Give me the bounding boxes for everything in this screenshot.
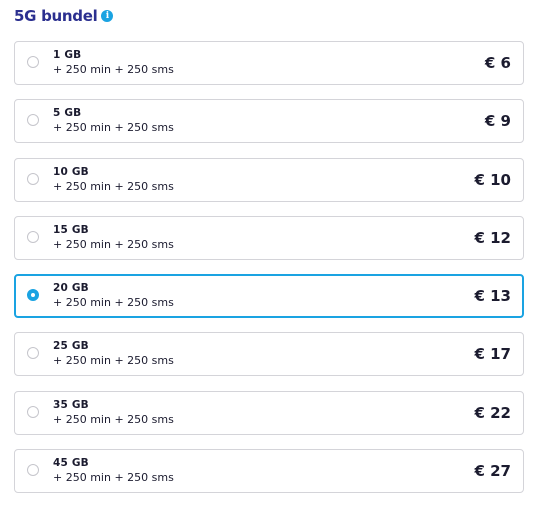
radio-button[interactable] [27,172,39,185]
bundle-option[interactable]: 35 GB + 250 min + 250 sms € 22 [14,390,524,435]
bundle-option[interactable]: 45 GB + 250 min + 250 sms € 27 [14,449,524,494]
radio-button[interactable] [27,464,39,477]
bundle-extras: + 250 min + 250 sms [53,354,174,368]
data-amount: 45 GB [53,457,89,470]
data-amount: 5 GB [53,107,82,120]
bundle-option[interactable]: 10 GB + 250 min + 250 sms € 10 [14,157,524,202]
bundle-option[interactable]: 5 GB + 250 min + 250 sms € 9 [14,99,524,144]
price: € 22 [474,403,511,422]
option-text: 45 GB + 250 min + 250 sms [53,457,174,485]
price: € 13 [474,287,511,306]
bundle-option[interactable]: 25 GB + 250 min + 250 sms € 17 [14,332,524,377]
bundle-options-list: 1 GB + 250 min + 250 sms € 6 5 GB + 250 … [14,41,524,507]
price: € 9 [484,112,511,131]
data-amount: 25 GB [53,340,89,353]
bundle-extras: + 250 min + 250 sms [53,237,174,251]
bundle-extras: + 250 min + 250 sms [53,471,174,485]
data-amount: 1 GB [53,49,82,61]
bundle-header: 5G bundel i [14,6,114,26]
radio-button[interactable] [27,230,39,243]
data-amount: 20 GB [53,282,89,295]
bundle-extras: + 250 min + 250 sms [53,121,174,135]
data-amount: 35 GB [53,398,89,411]
radio-button-selected[interactable] [27,289,39,302]
option-text: 1 GB + 250 min + 250 sms [53,49,174,77]
bundle-extras: + 250 min + 250 sms [53,412,174,426]
option-text: 15 GB + 250 min + 250 sms [53,224,174,252]
price: € 27 [474,462,511,481]
bundle-extras: + 250 min + 250 sms [53,179,174,193]
option-text: 20 GB + 250 min + 250 sms [53,282,174,310]
radio-button[interactable] [27,405,39,418]
bundle-option[interactable]: 15 GB + 250 min + 250 sms € 12 [14,215,524,260]
option-text: 10 GB + 250 min + 250 sms [53,166,174,194]
option-text: 5 GB + 250 min + 250 sms [53,107,174,135]
price: € 10 [474,170,511,189]
option-text: 35 GB + 250 min + 250 sms [53,399,174,427]
bundle-option-selected[interactable]: 20 GB + 250 min + 250 sms € 13 [14,274,524,319]
bundle-option[interactable]: 1 GB + 250 min + 250 sms € 6 [14,41,524,85]
page-title: 5G bundel [14,7,98,25]
bundle-extras: + 250 min + 250 sms [53,63,174,76]
data-amount: 15 GB [53,223,89,236]
bundle-extras: + 250 min + 250 sms [53,296,174,310]
radio-button[interactable] [27,347,39,360]
data-amount: 10 GB [53,165,89,178]
price: € 6 [484,54,511,72]
radio-button[interactable] [27,56,39,68]
option-text: 25 GB + 250 min + 250 sms [53,340,174,368]
radio-button[interactable] [27,114,39,127]
price: € 17 [474,345,511,364]
price: € 12 [474,228,511,247]
info-icon[interactable]: i [101,10,114,22]
